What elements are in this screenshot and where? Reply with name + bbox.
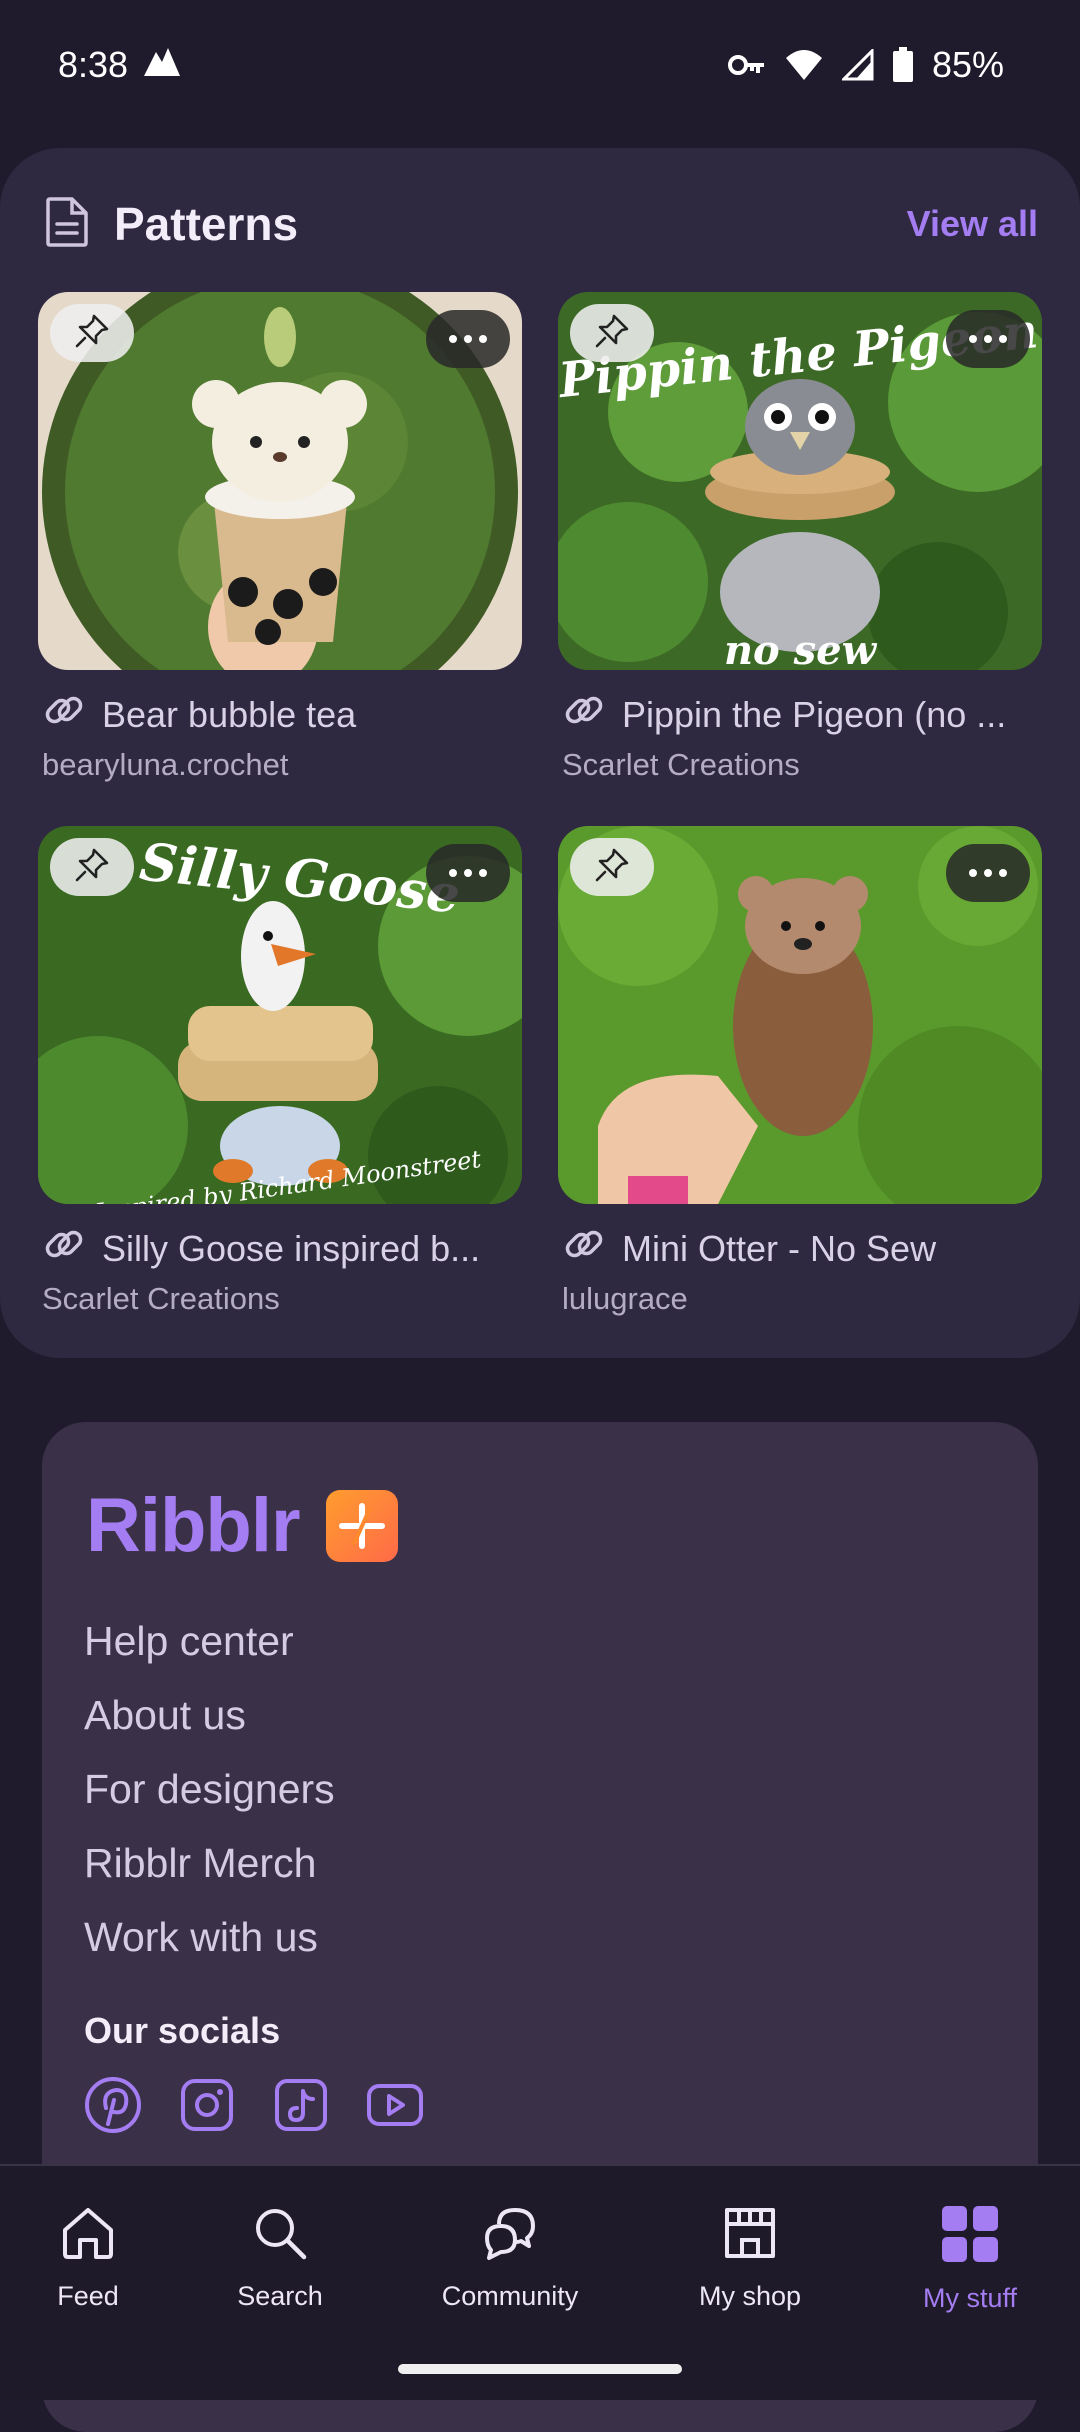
- cell-signal-icon: [841, 49, 874, 81]
- more-dot: [464, 335, 472, 343]
- more-options-button[interactable]: [946, 310, 1030, 368]
- nav-label: My stuff: [922, 2283, 1018, 2313]
- nav-label: Community: [441, 2281, 579, 2311]
- battery-percent: 85%: [931, 44, 1004, 85]
- socials-row: [84, 2076, 424, 2134]
- nav-label: Search: [237, 2281, 323, 2311]
- pattern-title-row[interactable]: Silly Goose inspired b...: [38, 1222, 522, 1275]
- more-options-button[interactable]: [946, 844, 1030, 902]
- footer-link-about-us[interactable]: About us: [84, 1678, 335, 1752]
- pin-button[interactable]: [50, 304, 134, 362]
- status-left: 8:38: [58, 44, 182, 87]
- patterns-title-wrap: Patterns: [44, 196, 298, 253]
- battery-icon: [892, 47, 914, 83]
- pin-icon: [594, 847, 630, 888]
- instagram-icon[interactable]: [178, 2076, 236, 2134]
- patterns-section: Patterns View all Bear bubble tea bearyl…: [0, 148, 1080, 1358]
- nav-search[interactable]: Search: [180, 2204, 380, 2312]
- pattern-author[interactable]: lulugrace: [558, 1281, 1042, 1317]
- more-dot: [449, 869, 457, 877]
- more-options-button[interactable]: [426, 844, 510, 902]
- pin-button[interactable]: [570, 304, 654, 362]
- pattern-card[interactable]: Mini Otter - No Sew lulugrace: [558, 826, 1042, 1317]
- pin-icon: [74, 313, 110, 354]
- pin-icon: [594, 313, 630, 354]
- pinterest-icon[interactable]: [84, 2076, 142, 2134]
- footer-links: Help center About us For designers Ribbl…: [84, 1604, 335, 1974]
- wifi-icon: [784, 48, 824, 82]
- pin-icon: [74, 847, 110, 888]
- more-dot: [969, 335, 977, 343]
- youtube-icon[interactable]: [366, 2076, 424, 2134]
- pattern-author[interactable]: Scarlet Creations: [38, 1281, 522, 1317]
- grid-icon: [940, 2204, 1000, 2271]
- pattern-card[interactable]: Silly Goose Inspired by Richard Moonstre…: [38, 826, 522, 1317]
- nav-my-stuff[interactable]: My stuff: [870, 2204, 1070, 2314]
- more-dot: [999, 869, 1007, 877]
- footer-link-help-center[interactable]: Help center: [84, 1604, 335, 1678]
- shop-icon: [721, 2204, 779, 2269]
- pattern-image[interactable]: Pippin the Pigeon no sew: [558, 292, 1042, 670]
- footer-link-for-designers[interactable]: For designers: [84, 1752, 335, 1826]
- pattern-image[interactable]: Silly Goose Inspired by Richard Moonstre…: [38, 826, 522, 1204]
- link-icon: [42, 1222, 86, 1275]
- patterns-title: Patterns: [114, 198, 299, 250]
- plus-badge-icon: [325, 1489, 398, 1562]
- nav-label: Feed: [57, 2281, 119, 2311]
- pin-button[interactable]: [570, 838, 654, 896]
- pattern-title: Mini Otter - No Sew: [622, 1227, 937, 1269]
- status-time: 8:38: [58, 44, 129, 85]
- more-dot: [984, 869, 992, 877]
- status-bar: 8:38 85%: [0, 0, 1080, 130]
- image-caption: no sew: [724, 627, 878, 670]
- link-icon: [562, 1222, 606, 1275]
- pattern-image[interactable]: [38, 292, 522, 670]
- image-caption: Silly Goose: [137, 831, 463, 925]
- search-icon: [251, 2204, 309, 2269]
- nav-my-shop[interactable]: My shop: [650, 2204, 850, 2312]
- more-dot: [969, 869, 977, 877]
- pattern-title: Silly Goose inspired b...: [102, 1227, 481, 1269]
- nav-community[interactable]: Community: [410, 2204, 610, 2312]
- pattern-title-row[interactable]: Mini Otter - No Sew: [558, 1222, 1042, 1275]
- status-right: 85%: [727, 44, 1004, 86]
- pin-button[interactable]: [50, 838, 134, 896]
- brand-logo-text: Ribblr: [86, 1483, 301, 1568]
- more-dot: [464, 869, 472, 877]
- more-options-button[interactable]: [426, 310, 510, 368]
- pattern-title-row[interactable]: Bear bubble tea: [38, 688, 522, 741]
- footer-link-work-with-us[interactable]: Work with us: [84, 1900, 335, 1974]
- chat-icon: [479, 2204, 541, 2269]
- brand: Ribblr: [86, 1482, 398, 1569]
- vpn-key-icon: [727, 53, 766, 77]
- socials-title: Our socials: [84, 2010, 281, 2051]
- pattern-title-row[interactable]: Pippin the Pigeon (no ...: [558, 688, 1042, 741]
- pattern-title: Bear bubble tea: [102, 693, 357, 735]
- nav-label: My shop: [698, 2281, 802, 2311]
- more-dot: [449, 335, 457, 343]
- link-icon: [42, 688, 86, 741]
- pattern-title: Pippin the Pigeon (no ...: [622, 693, 1007, 735]
- more-dot: [984, 335, 992, 343]
- patterns-header: Patterns View all: [44, 192, 1038, 256]
- link-icon: [562, 688, 606, 741]
- footer-link-merch[interactable]: Ribblr Merch: [84, 1826, 335, 1900]
- more-dot: [479, 335, 487, 343]
- pattern-card[interactable]: Pippin the Pigeon no sew Pippin the Pige…: [558, 292, 1042, 783]
- home-icon: [59, 2204, 117, 2269]
- pattern-author[interactable]: bearyluna.crochet: [38, 747, 522, 783]
- view-all-link[interactable]: View all: [907, 203, 1038, 245]
- home-indicator[interactable]: [398, 2364, 682, 2374]
- document-icon: [44, 196, 90, 253]
- tiktok-icon[interactable]: [272, 2076, 330, 2134]
- pattern-card[interactable]: Bear bubble tea bearyluna.crochet: [38, 292, 522, 783]
- nav-feed[interactable]: Feed: [0, 2204, 188, 2312]
- pattern-image[interactable]: [558, 826, 1042, 1204]
- pattern-author[interactable]: Scarlet Creations: [558, 747, 1042, 783]
- more-dot: [479, 869, 487, 877]
- mountain-notification-icon: [142, 44, 182, 87]
- more-dot: [999, 335, 1007, 343]
